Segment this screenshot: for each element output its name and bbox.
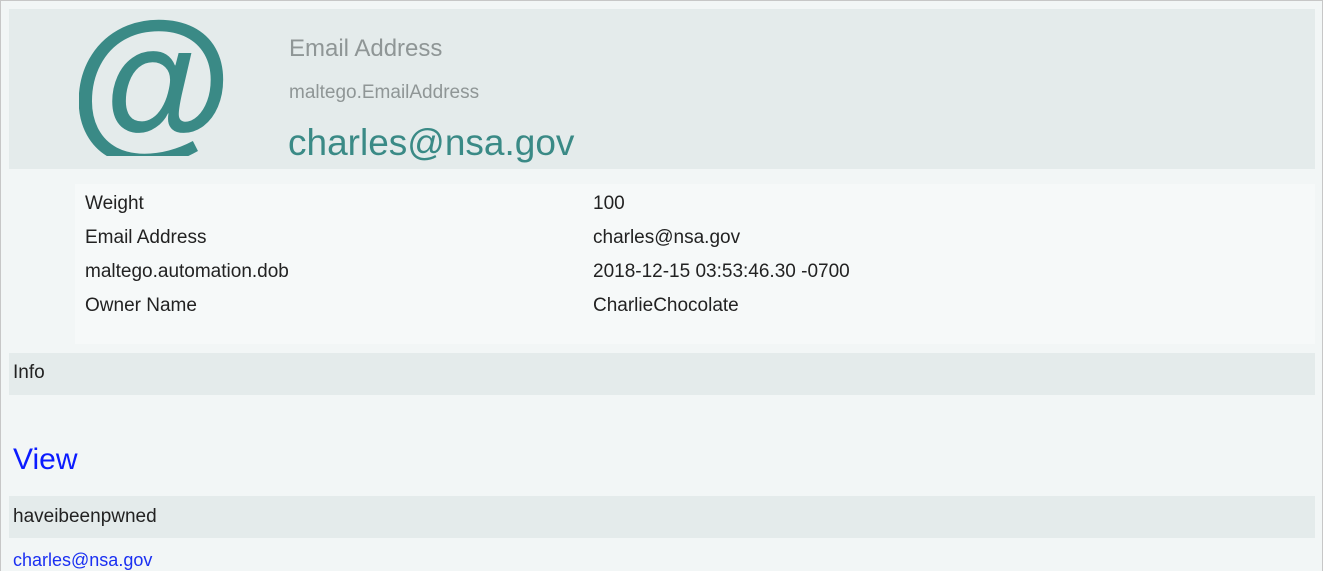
- property-key: Email Address: [85, 227, 207, 248]
- source-section-label: haveibeenpwned: [13, 506, 157, 527]
- entity-header: @ Email Address maltego.EmailAddress cha…: [9, 9, 1315, 169]
- entity-type-id: maltego.EmailAddress: [289, 82, 480, 103]
- property-value: 100: [593, 193, 625, 214]
- view-link[interactable]: View: [13, 443, 77, 477]
- svg-text:@: @: [79, 11, 224, 156]
- property-row: Owner Name CharlieChocolate: [75, 288, 1315, 320]
- property-row: Email Address charles@nsa.gov: [75, 220, 1315, 252]
- info-section-header: Info: [9, 353, 1315, 395]
- entity-detail-panel: @ Email Address maltego.EmailAddress cha…: [0, 0, 1323, 571]
- property-row: Weight 100: [75, 186, 1315, 218]
- source-section-header: haveibeenpwned: [9, 496, 1315, 538]
- entity-value: charles@nsa.gov: [288, 122, 575, 163]
- entity-type-name: Email Address: [289, 35, 443, 62]
- property-value: charles@nsa.gov: [593, 227, 741, 248]
- info-section-label: Info: [13, 362, 45, 383]
- property-value: CharlieChocolate: [593, 295, 739, 316]
- properties-table: Weight 100 Email Address charles@nsa.gov…: [75, 184, 1315, 344]
- property-value: 2018-12-15 03:53:46.30 -0700: [593, 261, 850, 282]
- property-row: maltego.automation.dob 2018-12-15 03:53:…: [75, 254, 1315, 286]
- property-key: Weight: [85, 193, 144, 214]
- email-link[interactable]: charles@nsa.gov: [13, 550, 152, 571]
- property-key: maltego.automation.dob: [85, 261, 289, 282]
- property-key: Owner Name: [85, 295, 197, 316]
- at-sign-icon: @: [79, 11, 224, 156]
